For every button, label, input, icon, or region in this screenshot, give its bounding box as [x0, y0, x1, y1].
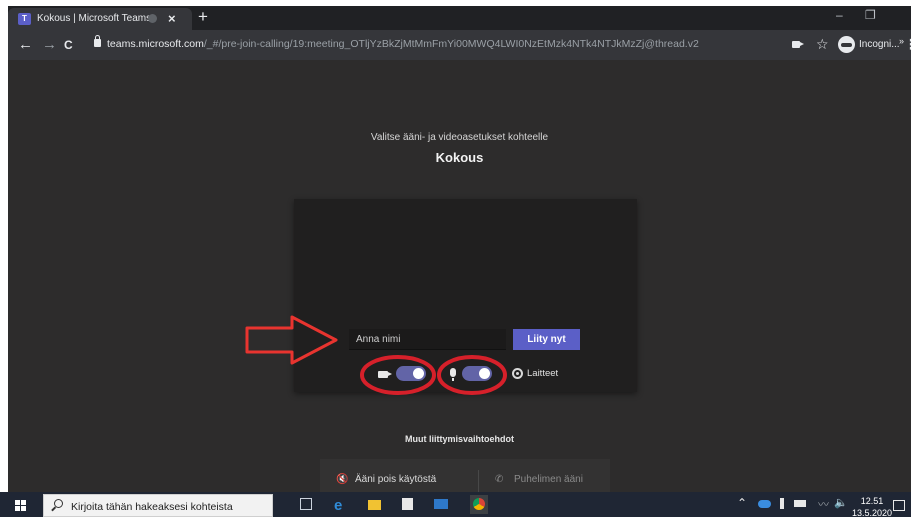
notification-center-icon[interactable]	[893, 500, 905, 511]
address-url[interactable]: teams.microsoft.com/_#/pre-join-calling/…	[107, 38, 699, 50]
task-view-icon[interactable]	[300, 498, 312, 510]
window-minimize-button[interactable]: –	[836, 8, 843, 22]
tray-chevron-icon[interactable]: ⌃	[737, 496, 747, 510]
meeting-title: Kokous	[435, 150, 484, 165]
address-bar[interactable]: teams.microsoft.com/_#/pre-join-calling/…	[88, 34, 788, 56]
bookmarks-overflow-icon[interactable]: »	[899, 36, 904, 46]
tab-media-indicator-icon[interactable]	[148, 14, 157, 23]
toggle-knob	[479, 368, 490, 379]
search-icon	[54, 499, 63, 508]
phone-icon: ✆	[495, 474, 504, 485]
incognito-label[interactable]: Incogni...	[859, 39, 900, 50]
devices-button[interactable]: Laitteet	[527, 368, 558, 379]
new-tab-button[interactable]: +	[198, 7, 208, 27]
onedrive-cloud-icon[interactable]	[758, 500, 771, 508]
options-divider	[478, 470, 479, 492]
reload-icon[interactable]: C	[64, 38, 73, 52]
other-join-options-heading: Muut liittymisvaihtoehdot	[405, 434, 514, 444]
back-arrow-icon[interactable]: ←	[18, 36, 33, 53]
join-now-button[interactable]: Liity nyt	[513, 329, 580, 350]
camera-icon	[378, 371, 392, 378]
toggle-knob	[413, 368, 424, 379]
incognito-icon[interactable]	[838, 36, 855, 53]
window-restore-button[interactable]: ❐	[865, 8, 876, 22]
file-explorer-icon[interactable]	[368, 500, 381, 510]
browser-toolbar: ← → C teams.microsoft.com/_#/pre-join-ca…	[8, 30, 911, 60]
lock-icon[interactable]	[94, 35, 101, 47]
url-host: teams.microsoft.com	[107, 38, 204, 50]
browser-tab-strip: T Kokous | Microsoft Teams × + – ❐	[8, 6, 911, 30]
phone-audio-label: Puhelimen ääni	[514, 474, 583, 485]
store-icon[interactable]	[402, 498, 413, 510]
taskbar-search-placeholder: Kirjoita tähän hakeaksesi kohteista	[71, 501, 233, 513]
tab-title: Kokous | Microsoft Teams	[37, 13, 152, 24]
camera-toggle[interactable]	[396, 366, 426, 381]
windows-start-icon[interactable]	[15, 500, 26, 511]
browser-tab-teams[interactable]: T Kokous | Microsoft Teams ×	[8, 8, 192, 30]
name-input[interactable]	[349, 329, 506, 350]
taskbar-search-box[interactable]: Kirjoita tähän hakeaksesi kohteista	[43, 494, 273, 517]
phone-audio-option[interactable]: ✆ Puhelimen ääni	[495, 474, 583, 485]
forward-arrow-icon[interactable]: →	[42, 36, 57, 53]
prejoin-subtitle: Valitse ääni- ja videoasetukset kohteell…	[370, 132, 549, 143]
camera-in-use-icon[interactable]	[792, 41, 804, 48]
microphone-icon	[450, 368, 456, 381]
tab-close-icon[interactable]: ×	[168, 11, 176, 26]
other-join-options-bar: 🔇 Ääni pois käytöstä ✆ Puhelimen ääni	[320, 459, 610, 492]
devices-gear-icon[interactable]	[512, 368, 523, 379]
browser-menu-icon[interactable]: ⋮	[904, 36, 911, 53]
teams-favicon-icon: T	[18, 13, 31, 25]
teams-prejoin-screen: Valitse ääni- ja videoasetukset kohteell…	[8, 60, 911, 492]
edge-browser-icon[interactable]: e	[334, 497, 342, 514]
microphone-toggle[interactable]	[462, 366, 492, 381]
video-preview-panel: Liity nyt Laitteet	[294, 199, 637, 392]
bookmark-star-icon[interactable]: ☆	[816, 36, 829, 53]
chrome-icon[interactable]	[470, 495, 488, 514]
mail-icon[interactable]	[434, 499, 448, 509]
url-path: /_#/pre-join-calling/19:meeting_OTljYzBk…	[203, 38, 699, 50]
audio-off-option[interactable]: 🔇 Ääni pois käytöstä	[336, 474, 436, 485]
network-icon[interactable]	[794, 500, 806, 507]
pen-workspace-icon[interactable]: 〰	[818, 496, 829, 511]
windows-taskbar: Kirjoita tähän hakeaksesi kohteista e ⌃ …	[0, 492, 911, 517]
speaker-off-icon: 🔇	[336, 474, 349, 485]
people-icon[interactable]	[780, 498, 784, 509]
audio-off-label: Ääni pois käytöstä	[355, 474, 437, 485]
